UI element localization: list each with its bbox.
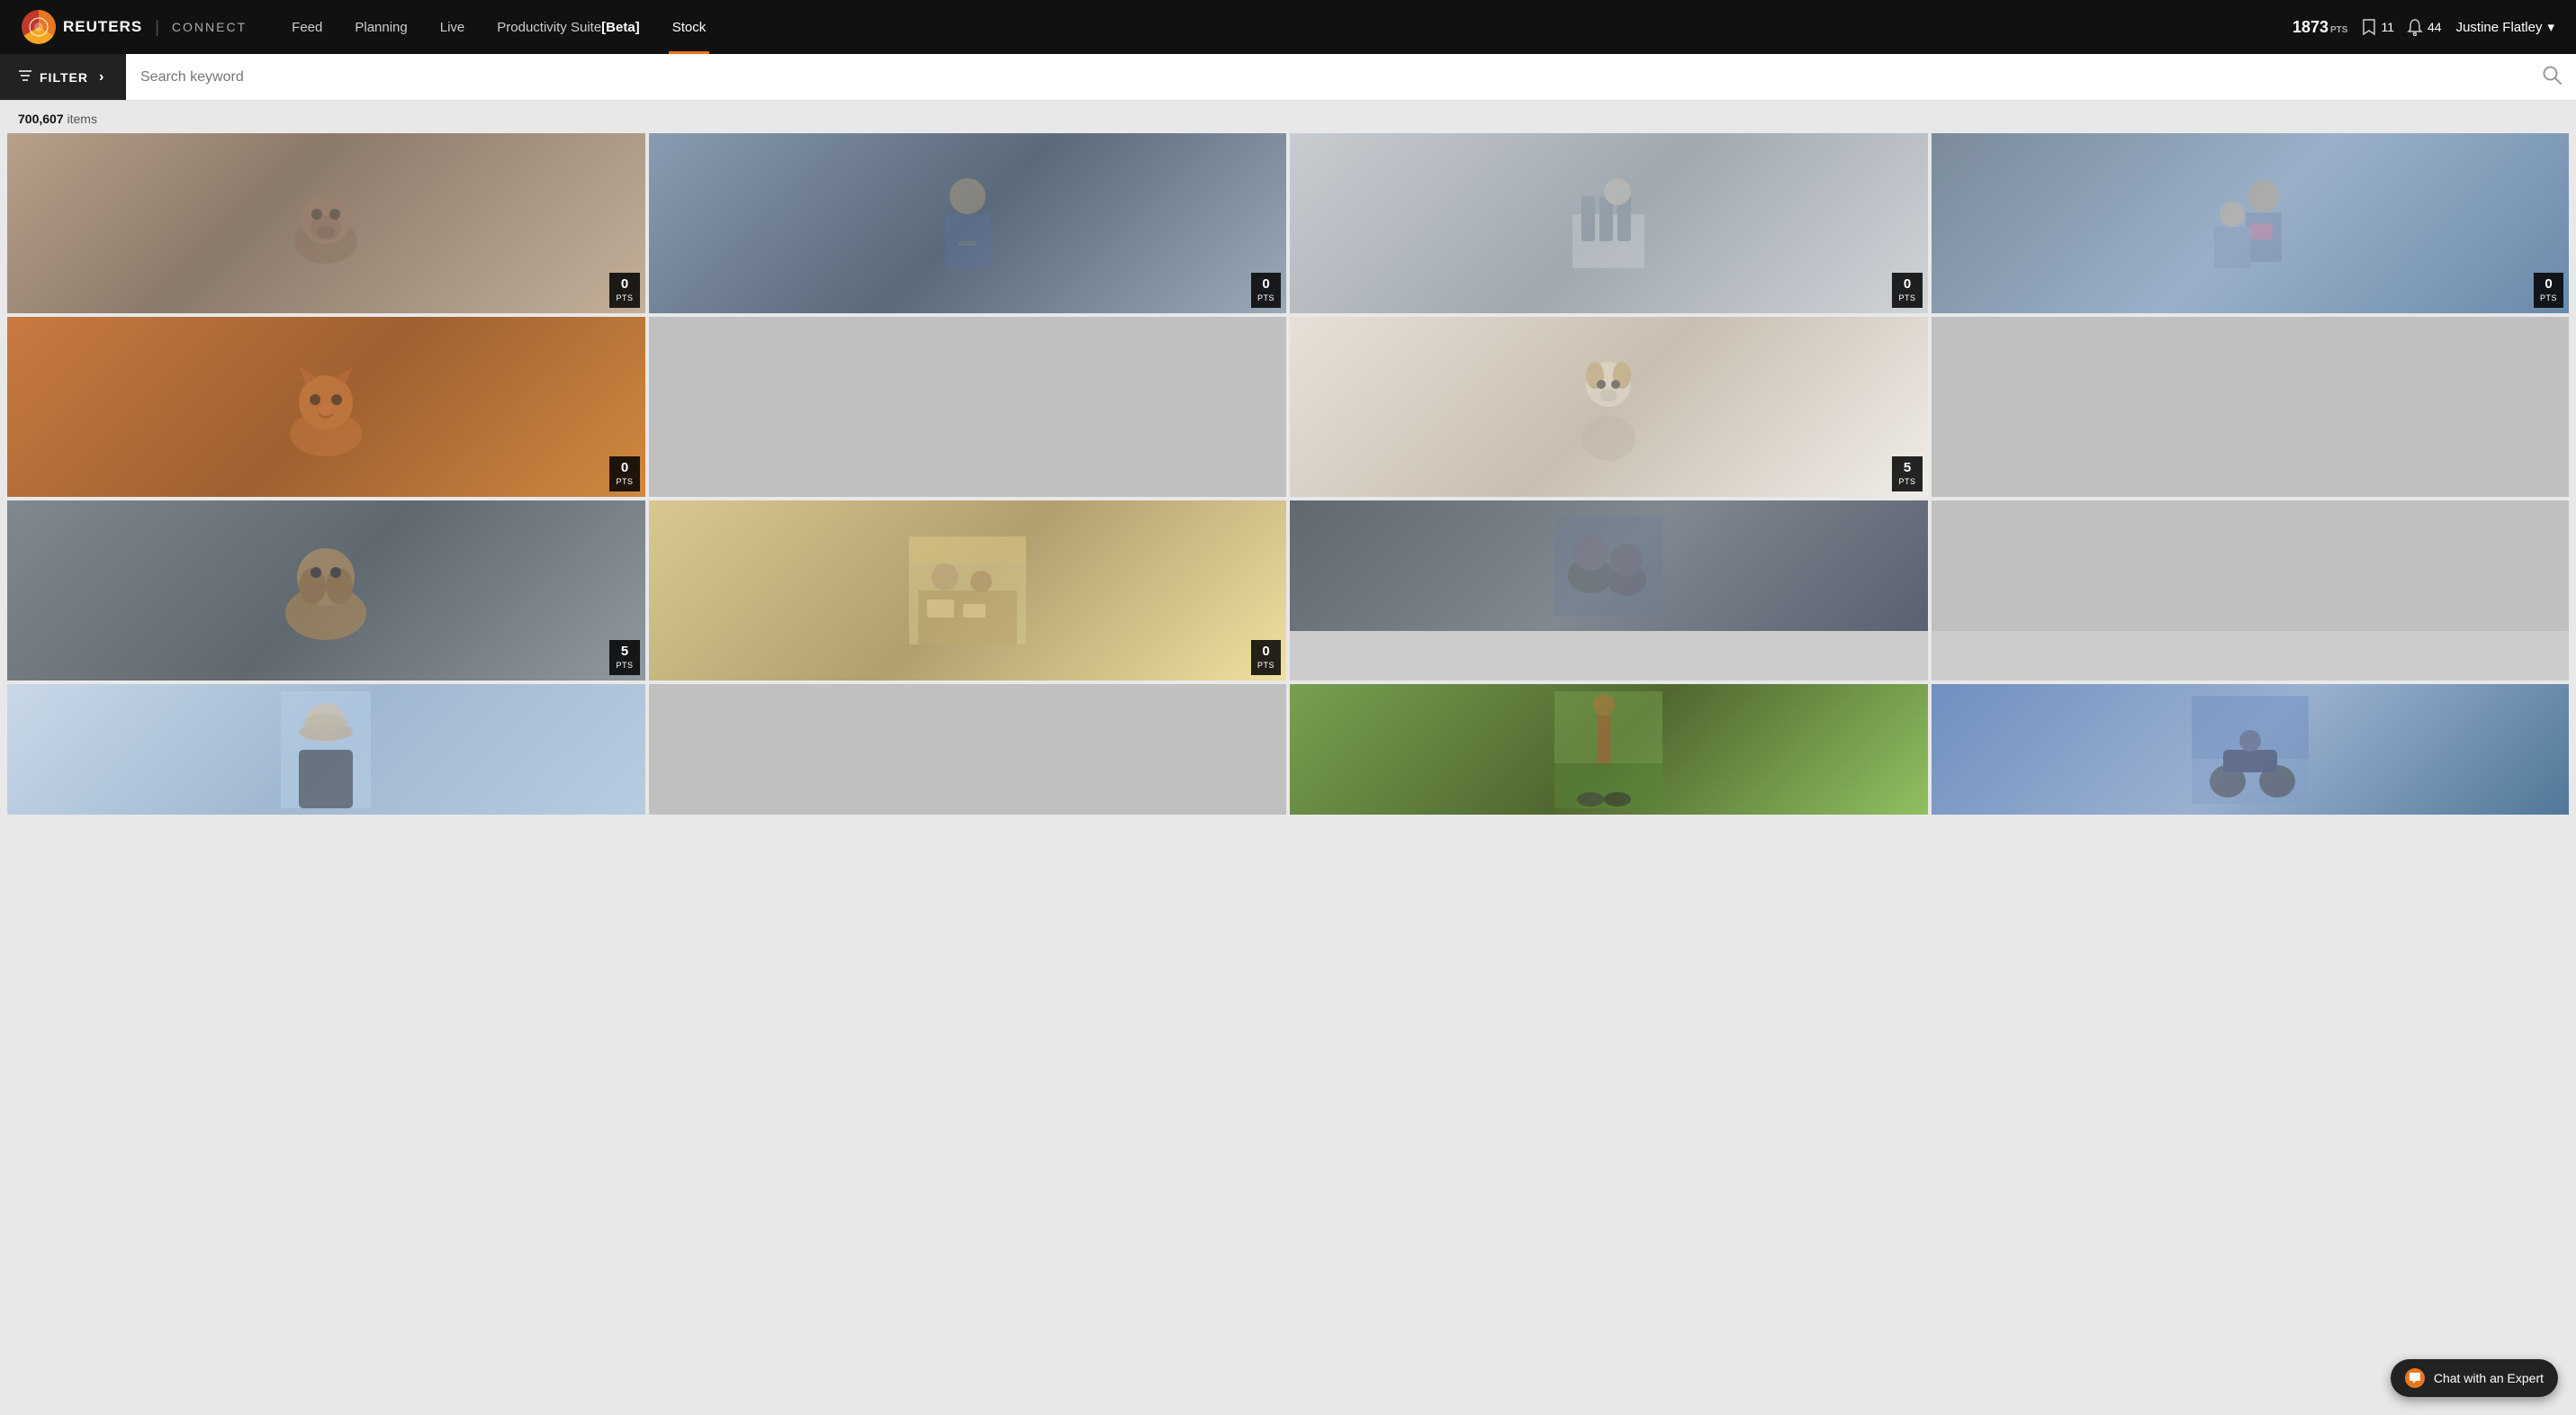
notifications-icon[interactable]: 44 (2407, 18, 2442, 36)
image-grid: 0 PTS 0 PTS 0 PT (0, 133, 2576, 833)
image-blank4 (649, 684, 1287, 815)
grid-item-15[interactable] (1290, 684, 1928, 815)
pts-tag-2: 0 PTS (1251, 273, 1281, 308)
chat-icon (2405, 1368, 2425, 1388)
logo-icon (22, 10, 56, 44)
user-menu[interactable]: Justine Flatley ▾ (2456, 19, 2554, 35)
bookmarks-count: 11 (2381, 20, 2394, 34)
chat-label: Chat with an Expert (2434, 1371, 2544, 1385)
grid-item-9[interactable]: 5 PTS (7, 500, 645, 680)
pts-tag-10: 0 PTS (1251, 640, 1281, 675)
image-moto (1932, 684, 2570, 815)
grid-item-4[interactable]: 0 PTS (1932, 133, 2570, 313)
grid-item-11[interactable] (1290, 500, 1928, 680)
nav-stock[interactable]: Stock (656, 0, 723, 54)
pts-number: 1873 (2292, 18, 2328, 37)
grid-item-13[interactable] (7, 684, 645, 815)
logo-divider: | (155, 18, 159, 37)
logo-connect-text: CONNECT (172, 20, 247, 34)
grid-item-3[interactable]: 0 PTS (1290, 133, 1928, 313)
grid-item-6[interactable] (649, 317, 1287, 497)
grid-item-12[interactable] (1932, 500, 2570, 680)
grid-item-7[interactable]: 5 PTS (1290, 317, 1928, 497)
search-container (126, 69, 2576, 86)
search-input[interactable] (140, 69, 2562, 86)
notifications-count: 44 (2427, 20, 2442, 34)
filter-label: FILTER (40, 70, 88, 85)
grid-item-14[interactable] (649, 684, 1287, 815)
image-woman (7, 684, 645, 815)
user-name-text: Justine Flatley (2456, 20, 2543, 35)
image-blank3 (1932, 500, 2570, 631)
image-cat (7, 317, 645, 497)
nav-feed[interactable]: Feed (275, 0, 338, 54)
image-reading (1932, 133, 2570, 313)
image-jackrussel (1290, 317, 1928, 497)
items-unit: items (68, 112, 97, 126)
image-bar (649, 500, 1287, 680)
pts-tag-5: 0 PTS (609, 456, 639, 491)
header: REUTERS | CONNECT Feed Planning Live Pro… (0, 0, 2576, 54)
filter-button[interactable]: FILTER › (0, 54, 126, 100)
nav-live[interactable]: Live (424, 0, 482, 54)
filter-bar: FILTER › (0, 54, 2576, 101)
image-retriever (7, 500, 645, 680)
logo-reuters-text: REUTERS (63, 18, 142, 36)
logo[interactable]: REUTERS | CONNECT (22, 10, 247, 44)
filter-arrow: › (99, 69, 104, 86)
items-number: 700,607 (18, 112, 64, 126)
main-nav: Feed Planning Live Productivity Suite [B… (275, 0, 2292, 54)
grid-item-16[interactable] (1932, 684, 2570, 815)
pts-tag-7: 5 PTS (1892, 456, 1922, 491)
image-lab (1290, 133, 1928, 313)
image-pug (7, 133, 645, 313)
user-dropdown-icon: ▾ (2547, 19, 2554, 35)
header-right: 1873 PTS 11 44 Justine Flatley ▾ (2292, 18, 2554, 37)
grid-item-8[interactable] (1932, 317, 2570, 497)
nav-productivity[interactable]: Productivity Suite [Beta] (481, 0, 655, 54)
grid-item-5[interactable]: 0 PTS (7, 317, 645, 497)
pts-superscript: PTS (2330, 25, 2347, 35)
image-cats2 (1290, 500, 1928, 631)
grid-item-1[interactable]: 0 PTS (7, 133, 645, 313)
items-count: 700,607 items (0, 101, 2576, 133)
header-icons: 11 44 (2362, 18, 2441, 36)
image-blank1 (649, 317, 1287, 497)
grid-item-2[interactable]: 0 PTS (649, 133, 1287, 313)
pts-badge: 1873 PTS (2292, 18, 2348, 37)
filter-icon (18, 69, 32, 85)
grid-item-10[interactable]: 0 PTS (649, 500, 1287, 680)
chat-widget[interactable]: Chat with an Expert (2391, 1359, 2558, 1397)
pts-tag-9: 5 PTS (609, 640, 639, 675)
pts-tag-1: 0 PTS (609, 273, 639, 308)
image-walk (1290, 684, 1928, 815)
pts-tag-3: 0 PTS (1892, 273, 1922, 308)
bookmarks-icon[interactable]: 11 (2362, 18, 2394, 36)
image-teen (649, 133, 1287, 313)
nav-planning[interactable]: Planning (338, 0, 423, 54)
pts-tag-4: 0 PTS (2534, 273, 2563, 308)
search-icon[interactable] (2542, 65, 2562, 90)
image-blank2 (1932, 317, 2570, 497)
